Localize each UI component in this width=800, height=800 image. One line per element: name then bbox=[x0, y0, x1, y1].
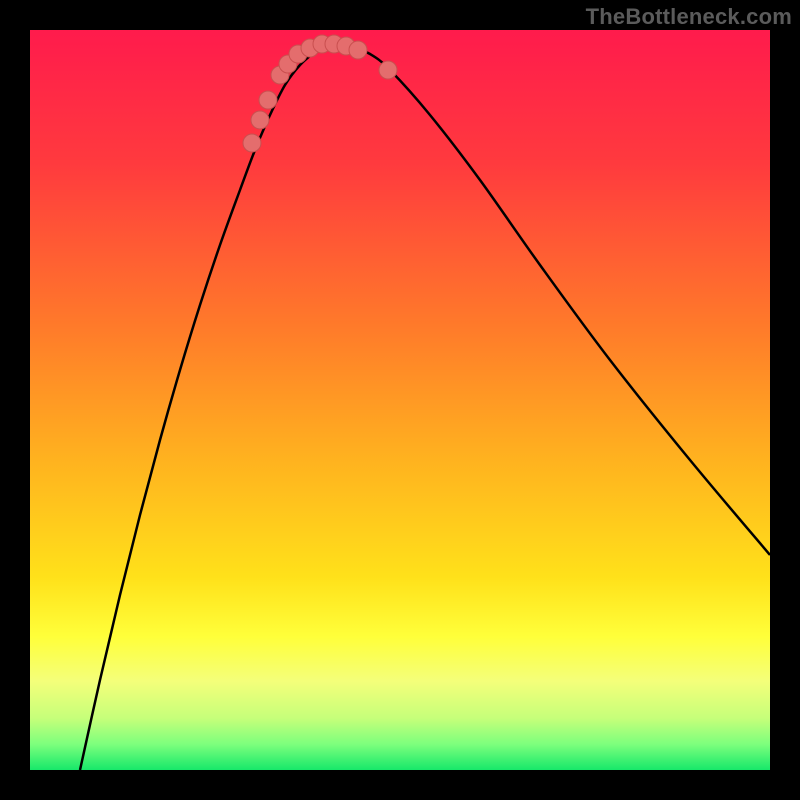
chart-frame: TheBottleneck.com bbox=[0, 0, 800, 800]
plot-area bbox=[30, 30, 770, 770]
chart-svg bbox=[30, 30, 770, 770]
curve-marker bbox=[259, 91, 277, 109]
curve-marker bbox=[349, 41, 367, 59]
curve-marker bbox=[243, 134, 261, 152]
gradient-background bbox=[30, 30, 770, 770]
curve-marker bbox=[379, 61, 397, 79]
watermark-text: TheBottleneck.com bbox=[586, 4, 792, 30]
curve-marker bbox=[251, 111, 269, 129]
